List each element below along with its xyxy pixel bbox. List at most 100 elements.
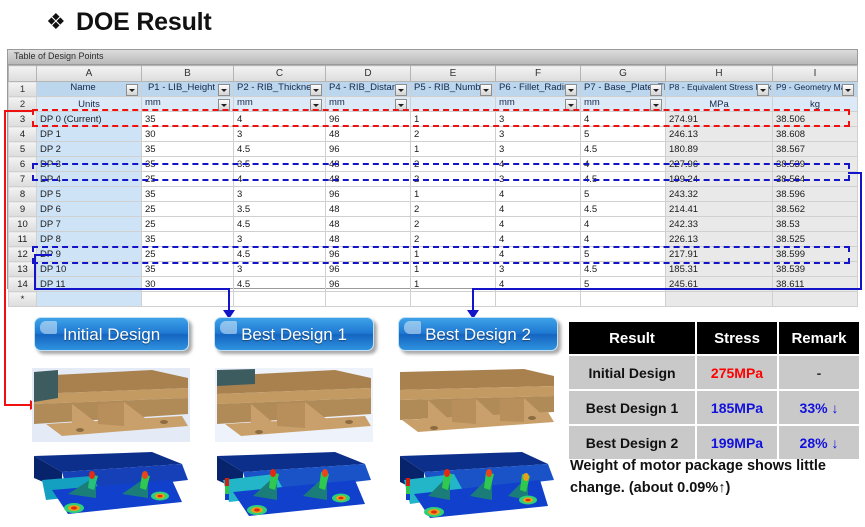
cell-p7[interactable]: 5 [580, 126, 666, 142]
cell-p2[interactable]: 3 [233, 126, 326, 142]
cell-p7[interactable]: 4 [580, 216, 666, 232]
cell-p5[interactable]: 1 [410, 246, 496, 262]
column-header-i[interactable]: I [772, 65, 858, 82]
cell-p2[interactable]: 4 [233, 171, 326, 187]
table-row-new[interactable]: * [8, 291, 858, 307]
cell-p4[interactable]: 96 [325, 141, 411, 157]
cell-p6[interactable]: 3 [495, 141, 581, 157]
cell-p7[interactable]: 4 [580, 231, 666, 247]
cell-p5[interactable]: 1 [410, 186, 496, 202]
header-p1[interactable]: P1 - LIB_Height [141, 81, 234, 97]
cell-p4[interactable]: 48 [325, 156, 411, 172]
cell-p5[interactable] [410, 291, 496, 307]
chevron-down-icon[interactable] [218, 84, 230, 96]
cell-p4[interactable]: 96 [325, 111, 411, 127]
chevron-down-icon[interactable] [395, 99, 407, 111]
cell-p1[interactable]: 25 [141, 216, 234, 232]
cell-p7[interactable]: 4.5 [580, 261, 666, 277]
cell-p5[interactable]: 2 [410, 156, 496, 172]
row-number[interactable]: 5 [8, 141, 37, 157]
header-p9[interactable]: P9 - Geometry Mass [772, 81, 858, 97]
chevron-down-icon[interactable] [565, 99, 577, 111]
row-number[interactable]: 4 [8, 126, 37, 142]
cell-name[interactable]: DP 8 [36, 231, 142, 247]
chevron-down-icon[interactable] [310, 99, 322, 111]
cell-name[interactable]: DP 2 [36, 141, 142, 157]
cell-p4[interactable]: 96 [325, 276, 411, 292]
row-number[interactable]: 6 [8, 156, 37, 172]
best-design-2-button[interactable]: Best Design 2 [398, 317, 558, 351]
column-header-c[interactable]: C [233, 65, 326, 82]
table-row[interactable]: 11 DP 8 35 3 48 2 4 4 226.13 38.525 [8, 231, 858, 247]
cell-p1[interactable]: 35 [141, 261, 234, 277]
row-number[interactable]: 13 [8, 261, 37, 277]
cell-p4[interactable] [325, 291, 411, 307]
row-number[interactable]: 12 [8, 246, 37, 262]
cell-p1[interactable]: 30 [141, 126, 234, 142]
cell-name[interactable]: DP 0 (Current) [36, 111, 142, 127]
column-header-e[interactable]: E [410, 65, 496, 82]
cell-p6[interactable]: 4 [495, 246, 581, 262]
cell-p6[interactable]: 4 [495, 156, 581, 172]
cell-p5[interactable]: 2 [410, 126, 496, 142]
row-number[interactable]: 9 [8, 201, 37, 217]
cell-p1[interactable]: 35 [141, 231, 234, 247]
cell-p2[interactable]: 3.5 [233, 156, 326, 172]
row-number[interactable]: * [8, 291, 37, 307]
column-header-b[interactable]: B [141, 65, 234, 82]
cell-p2[interactable] [233, 291, 326, 307]
row-number[interactable]: 10 [8, 216, 37, 232]
units-p2[interactable]: mm [233, 96, 326, 112]
cell-p6[interactable]: 3 [495, 171, 581, 187]
cell-p6[interactable]: 4 [495, 201, 581, 217]
chevron-down-icon[interactable] [218, 99, 230, 111]
cell-p1[interactable]: 35 [141, 186, 234, 202]
table-row[interactable]: 3 DP 0 (Current) 35 4 96 1 3 4 274.91 38.506 [8, 111, 858, 127]
cell-p1[interactable]: 35 [141, 141, 234, 157]
table-row[interactable]: 6 DP 3 35 3.5 48 2 4 4 227.96 38.539 [8, 156, 858, 172]
cell-p5[interactable]: 2 [410, 231, 496, 247]
cell-p2[interactable]: 4.5 [233, 276, 326, 292]
cell-p4[interactable]: 48 [325, 231, 411, 247]
column-header-g[interactable]: G [580, 65, 666, 82]
units-p7[interactable]: mm [580, 96, 666, 112]
header-p7[interactable]: P7 - Base_Plate_THK [580, 81, 666, 97]
row-number[interactable]: 14 [8, 276, 37, 292]
table-row[interactable]: 8 DP 5 35 3 96 1 4 5 243.32 38.596 [8, 186, 858, 202]
table-row[interactable]: 4 DP 1 30 3 48 2 3 5 246.13 38.608 [8, 126, 858, 142]
cell-p7[interactable]: 4.5 [580, 171, 666, 187]
chevron-down-icon[interactable] [395, 84, 407, 96]
cell-p4[interactable]: 96 [325, 246, 411, 262]
cell-p6[interactable]: 3 [495, 126, 581, 142]
cell-name[interactable]: DP 1 [36, 126, 142, 142]
cell-p1[interactable]: 25 [141, 201, 234, 217]
column-header-a[interactable]: A [36, 65, 142, 82]
cell-p1[interactable]: 25 [141, 171, 234, 187]
cell-p2[interactable]: 4.5 [233, 141, 326, 157]
header-p5[interactable]: P5 - RIB_Number [410, 81, 496, 97]
cell-name[interactable]: DP 9 [36, 246, 142, 262]
cell-p7[interactable]: 4.5 [580, 141, 666, 157]
cell-p5[interactable]: 2 [410, 171, 496, 187]
row-number[interactable]: 7 [8, 171, 37, 187]
table-row[interactable]: 12DP 9254.596145217.9138.599 [8, 246, 858, 262]
cell-name[interactable]: DP 4 [36, 171, 142, 187]
cell-p4[interactable]: 48 [325, 216, 411, 232]
header-name[interactable]: Name [36, 81, 142, 97]
cell-p7[interactable] [580, 291, 666, 307]
best-design-1-button[interactable]: Best Design 1 [214, 317, 374, 351]
cell-p4[interactable]: 48 [325, 126, 411, 142]
corner-cell[interactable] [8, 65, 37, 82]
table-row[interactable]: 10 DP 7 25 4.5 48 2 4 4 242.33 38.53 [8, 216, 858, 232]
cell-p5[interactable]: 1 [410, 111, 496, 127]
cell-p6[interactable]: 4 [495, 216, 581, 232]
cell-p6[interactable]: 4 [495, 231, 581, 247]
cell-p4[interactable]: 48 [325, 171, 411, 187]
cell-p7[interactable]: 4 [580, 111, 666, 127]
units-p1[interactable]: mm [141, 96, 234, 112]
cell-p5[interactable]: 1 [410, 141, 496, 157]
cell-p2[interactable]: 4.5 [233, 246, 326, 262]
chevron-down-icon[interactable] [565, 84, 577, 96]
cell-name[interactable]: DP 5 [36, 186, 142, 202]
chevron-down-icon[interactable] [757, 84, 769, 96]
